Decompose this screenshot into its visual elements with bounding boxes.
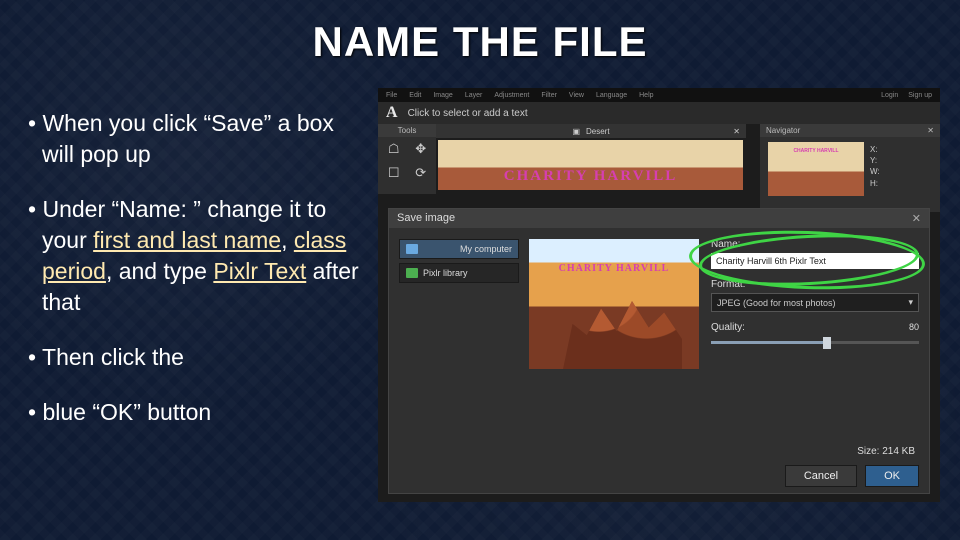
text-tool-icon: A	[386, 104, 398, 122]
crop-icon[interactable]: ☖	[388, 141, 400, 157]
name-field-group: Name:	[711, 239, 919, 269]
save-dialog: Save image ✕ My computer Pixlr library C…	[388, 208, 930, 494]
nav-y: Y:	[870, 155, 880, 166]
lasso-icon[interactable]: ⟳	[415, 165, 426, 181]
tools-panel-title: Tools	[378, 124, 436, 137]
dest-my-computer-label: My computer	[460, 244, 512, 254]
nav-h: H:	[870, 178, 880, 189]
name-label: Name:	[711, 239, 919, 250]
dest-pixlr-library[interactable]: Pixlr library	[399, 263, 519, 283]
document-pin-icon[interactable]: ▣	[572, 127, 580, 136]
ok-button[interactable]: OK	[865, 465, 919, 487]
menu-edit[interactable]: Edit	[409, 92, 421, 99]
format-value: JPEG (Good for most photos)	[717, 298, 836, 308]
save-preview: CHARITY HARVILL	[529, 239, 699, 369]
menu-filter[interactable]: Filter	[541, 92, 557, 99]
nav-w: W:	[870, 166, 880, 177]
chevron-down-icon: ▾	[908, 297, 913, 308]
bullet-2-mid: ,	[281, 227, 294, 253]
move-icon[interactable]: ✥	[415, 141, 426, 157]
save-dialog-close-icon[interactable]: ✕	[912, 212, 921, 225]
slider-fill	[711, 341, 827, 344]
name-input[interactable]	[711, 253, 919, 269]
canvas-text: CHARITY HARVILL	[504, 168, 678, 185]
save-preview-text: CHARITY HARVILL	[559, 263, 670, 274]
computer-icon	[406, 244, 418, 254]
bullet-3: Then click the	[28, 342, 368, 373]
nav-x: X:	[870, 144, 880, 155]
format-select[interactable]: JPEG (Good for most photos) ▾	[711, 293, 919, 312]
bullet-1: When you click “Save” a box will pop up	[28, 108, 368, 170]
quality-value: 80	[909, 322, 919, 332]
marquee-icon[interactable]: ☐	[388, 165, 400, 181]
tools-panel: Tools ☖ ✥ ☐ ⟳	[378, 124, 436, 194]
bullet-2-hl3: Pixlr Text	[213, 258, 306, 284]
quality-label: Quality:	[711, 322, 919, 333]
navigator-close-icon[interactable]: ✕	[927, 126, 934, 135]
quality-field-group: Quality: 80	[711, 322, 919, 348]
cancel-button[interactable]: Cancel	[785, 465, 857, 487]
save-dialog-titlebar: Save image ✕	[389, 209, 929, 228]
save-destination-list: My computer Pixlr library	[399, 239, 519, 287]
quality-slider[interactable]: 80	[711, 336, 919, 348]
pixlr-screenshot: File Edit Image Layer Adjustment Filter …	[378, 88, 940, 502]
menu-help[interactable]: Help	[639, 92, 653, 99]
dest-my-computer[interactable]: My computer	[399, 239, 519, 259]
navigator-title: Navigator	[766, 126, 800, 135]
dialog-buttons: Cancel OK	[785, 465, 919, 487]
menu-bar: File Edit Image Layer Adjustment Filter …	[378, 88, 940, 102]
menu-image[interactable]: Image	[433, 92, 452, 99]
document-canvas[interactable]: CHARITY HARVILL	[438, 140, 743, 190]
slider-thumb[interactable]	[823, 337, 831, 349]
document-titlebar: ▣ Desert ✕	[436, 124, 746, 138]
menu-file[interactable]: File	[386, 92, 397, 99]
menu-adjustment[interactable]: Adjustment	[494, 92, 529, 99]
menu-view[interactable]: View	[569, 92, 584, 99]
bullet-2-mid2: , and type	[106, 258, 213, 284]
file-size-label: Size: 214 KB	[857, 446, 915, 457]
format-field-group: Format: JPEG (Good for most photos) ▾	[711, 279, 919, 312]
navigator-panel: Navigator ✕ CHARITY HARVILL X: Y: W: H:	[760, 124, 940, 212]
bullet-2-hl1: first and last name	[93, 227, 281, 253]
pixlr-icon	[406, 268, 418, 278]
document-close-icon[interactable]: ✕	[733, 127, 740, 136]
bullet-4: blue “OK” button	[28, 397, 368, 428]
bullet-2: Under “Name: ” change it to your first a…	[28, 194, 368, 318]
save-form: Name: Format: JPEG (Good for most photos…	[711, 239, 919, 358]
save-dialog-title: Save image	[397, 212, 455, 225]
menu-language[interactable]: Language	[596, 92, 627, 99]
text-tool-hint: Click to select or add a text	[408, 108, 528, 119]
slide-title: NAME THE FILE	[0, 18, 960, 66]
navigator-thumbnail[interactable]: CHARITY HARVILL	[768, 142, 864, 196]
bullet-list: When you click “Save” a box will pop up …	[28, 108, 368, 452]
navigator-thumb-text: CHARITY HARVILL	[768, 142, 864, 154]
menu-login[interactable]: Login	[881, 92, 898, 99]
document-title: Desert	[586, 127, 610, 136]
dest-pixlr-library-label: Pixlr library	[423, 268, 468, 278]
menu-layer[interactable]: Layer	[465, 92, 483, 99]
navigator-meta: X: Y: W: H:	[870, 144, 880, 189]
menu-signup[interactable]: Sign up	[908, 92, 932, 99]
format-label: Format:	[711, 279, 919, 290]
text-tool-bar: A Click to select or add a text	[378, 102, 940, 124]
